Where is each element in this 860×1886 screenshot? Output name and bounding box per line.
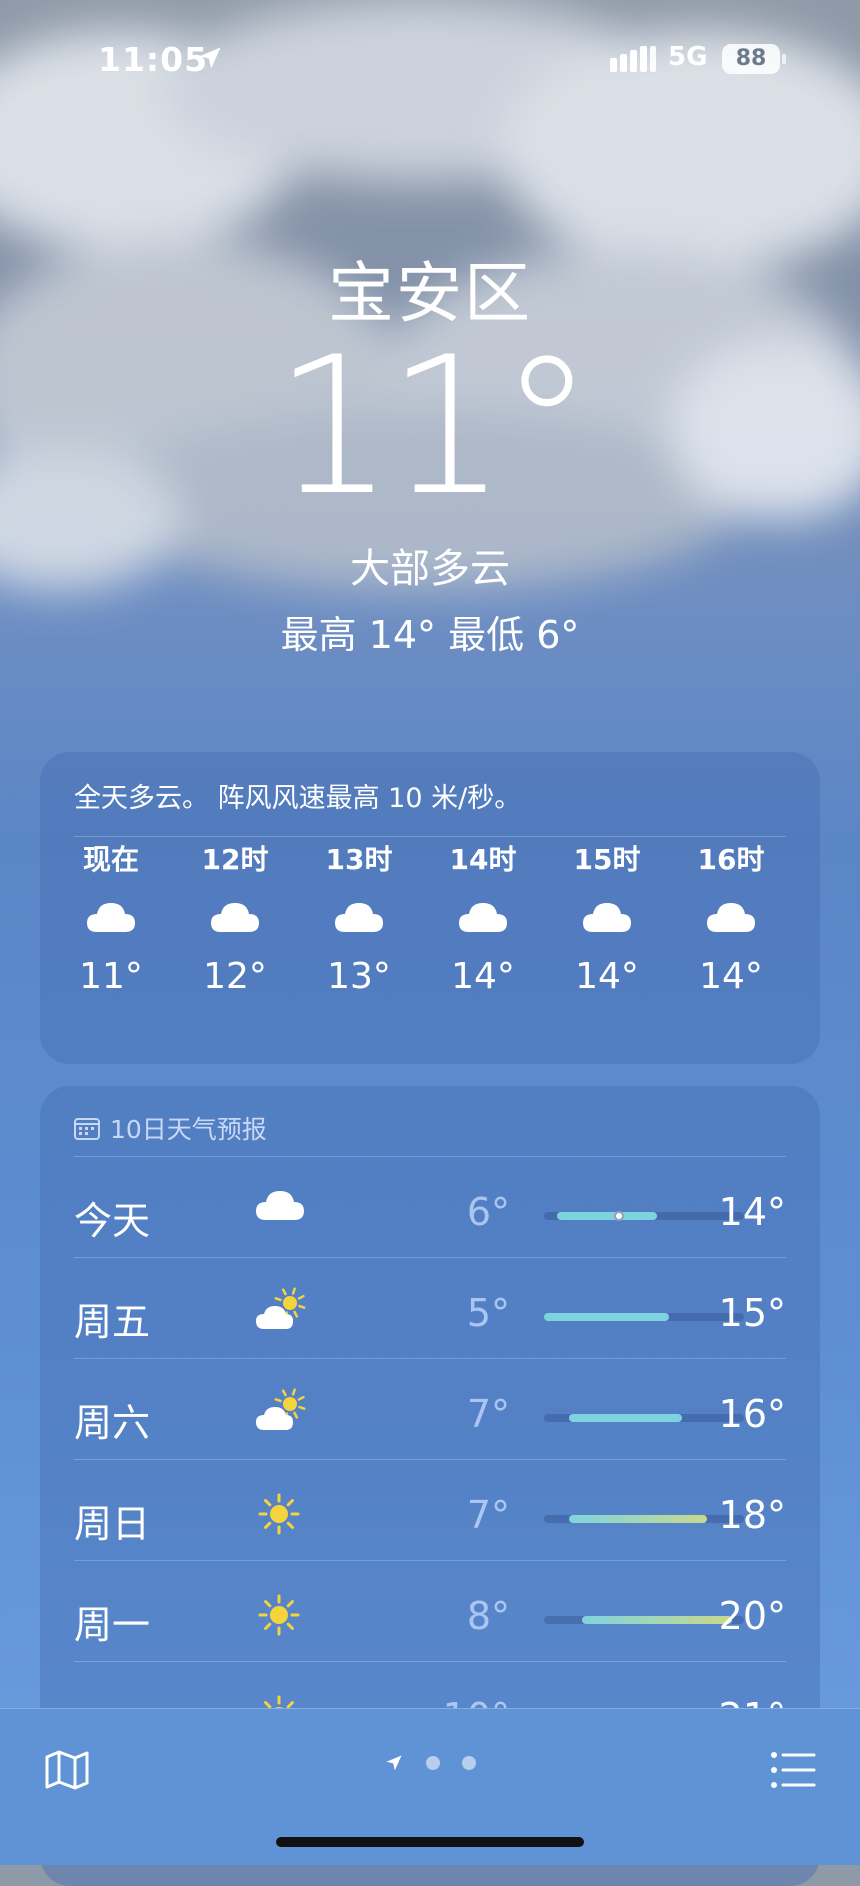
hour-temp: 12°: [203, 956, 267, 997]
partly-sunny-icon: [256, 1287, 306, 1329]
temp-range-fill: [569, 1414, 682, 1422]
weather-condition: 大部多云: [350, 546, 510, 592]
divider: [74, 1156, 786, 1157]
current-temp-dot: [614, 1211, 624, 1221]
forecast-row[interactable]: 今天 6° 14°: [74, 1162, 786, 1262]
hour-item: 现在 11°: [56, 838, 166, 997]
map-icon[interactable]: [44, 1749, 90, 1791]
network-type: 5G: [668, 42, 708, 72]
low-temp: 7°: [466, 1493, 510, 1537]
calendar-icon: [74, 1118, 100, 1140]
page-indicator[interactable]: [384, 1753, 476, 1773]
temp-range-bar: [544, 1313, 744, 1321]
forecast-row[interactable]: 周五 5° 15°: [74, 1263, 786, 1363]
home-indicator[interactable]: [276, 1837, 584, 1847]
hour-label: 现在: [82, 843, 139, 876]
hour-label: 1: [800, 838, 820, 871]
page-dot[interactable]: [426, 1756, 440, 1770]
current-weather: 宝安区 11° 大部多云 最高 14° 最低 6°: [0, 240, 860, 659]
high-temp: 16°: [718, 1392, 786, 1436]
hour-item: 13时 13°: [304, 838, 414, 997]
high-temp: 15°: [718, 1291, 786, 1335]
bottom-toolbar: [0, 1708, 860, 1865]
divider: [74, 1257, 786, 1258]
cloud-icon: [335, 903, 383, 932]
low-temp: 8°: [466, 1594, 510, 1638]
location-page-icon: [386, 1755, 402, 1771]
day-label: 周五: [74, 1300, 151, 1344]
divider: [74, 1560, 786, 1561]
hour-item: 11: [800, 838, 820, 990]
low-temp: 6°: [466, 1190, 510, 1234]
high-temp: 18°: [718, 1493, 786, 1537]
location-arrow-icon: [199, 47, 221, 69]
sun-icon: [258, 1594, 300, 1636]
page-dot[interactable]: [462, 1756, 476, 1770]
forecast-row[interactable]: 周日 7° 18°: [74, 1465, 786, 1565]
hour-temp: 11°: [79, 956, 143, 997]
forecast-row[interactable]: 周六 7° 16°: [74, 1364, 786, 1464]
hour-item: 12时 12°: [180, 838, 290, 997]
ten-day-header: 10日天气预报: [74, 1110, 267, 1146]
hour-temp: 1: [800, 949, 820, 990]
divider: [74, 836, 786, 837]
sun-icon: [258, 1493, 300, 1535]
hour-label: 16时: [697, 843, 765, 876]
low-temp: 7°: [466, 1392, 510, 1436]
signal-icon: [610, 46, 656, 72]
temp-range-fill: [556, 1212, 657, 1220]
day-label: 周六: [74, 1401, 151, 1445]
ten-day-title: 10日天气预报: [110, 1115, 267, 1144]
divider: [74, 1358, 786, 1359]
hour-temp: 13°: [327, 956, 391, 997]
divider: [74, 1459, 786, 1460]
cloud-icon: [211, 903, 259, 932]
status-bar: 11:05 5G 88: [0, 36, 860, 84]
high-temp: 14°: [718, 1190, 786, 1234]
hour-temp: 14°: [451, 956, 515, 997]
cloud-icon: [87, 903, 135, 932]
hour-item: 15时 14°: [552, 838, 662, 997]
hour-label: 15时: [573, 843, 641, 876]
current-temperature: 11°: [273, 316, 595, 537]
temp-range-bar: [544, 1515, 744, 1523]
high-low-temperature: 最高 14° 最低 6°: [280, 613, 580, 657]
forecast-row[interactable]: 周一 8° 20°: [74, 1566, 786, 1666]
temp-range-fill: [581, 1616, 732, 1624]
temp-range-bar: [544, 1414, 744, 1422]
partly-sunny-icon: [256, 1388, 306, 1430]
temp-range-bar: [544, 1616, 744, 1624]
cloud-icon: [256, 1191, 304, 1220]
hour-item: 14时 14°: [428, 838, 538, 997]
divider: [74, 1661, 786, 1662]
hour-temp: 14°: [699, 956, 763, 997]
hour-label: 13时: [325, 843, 393, 876]
hour-label: 14时: [449, 843, 517, 876]
hourly-forecast-card[interactable]: 全天多云。 阵风风速最高 10 米/秒。 现在 11° 12时 12° 13时 13° 14…: [40, 752, 820, 1064]
low-temp: 5°: [466, 1291, 510, 1335]
hour-temp: 14°: [575, 956, 639, 997]
high-temp: 20°: [718, 1594, 786, 1638]
hour-label: 12时: [201, 843, 269, 876]
day-label: 周一: [74, 1603, 151, 1647]
hour-item: 16时 14°: [676, 838, 786, 997]
cloud-icon: [583, 903, 631, 932]
day-label: 今天: [74, 1199, 151, 1243]
cloud-icon: [459, 903, 507, 932]
status-time: 11:05: [98, 40, 209, 79]
day-label: 周日: [74, 1502, 151, 1546]
cloud-icon: [707, 903, 755, 932]
battery-indicator: 88: [722, 44, 786, 74]
weather-summary: 全天多云。 阵风风速最高 10 米/秒。: [74, 783, 522, 814]
list-icon[interactable]: [770, 1751, 816, 1789]
temp-range-bar: [544, 1211, 744, 1221]
temp-range-fill: [544, 1313, 669, 1321]
temp-range-fill: [569, 1515, 707, 1523]
